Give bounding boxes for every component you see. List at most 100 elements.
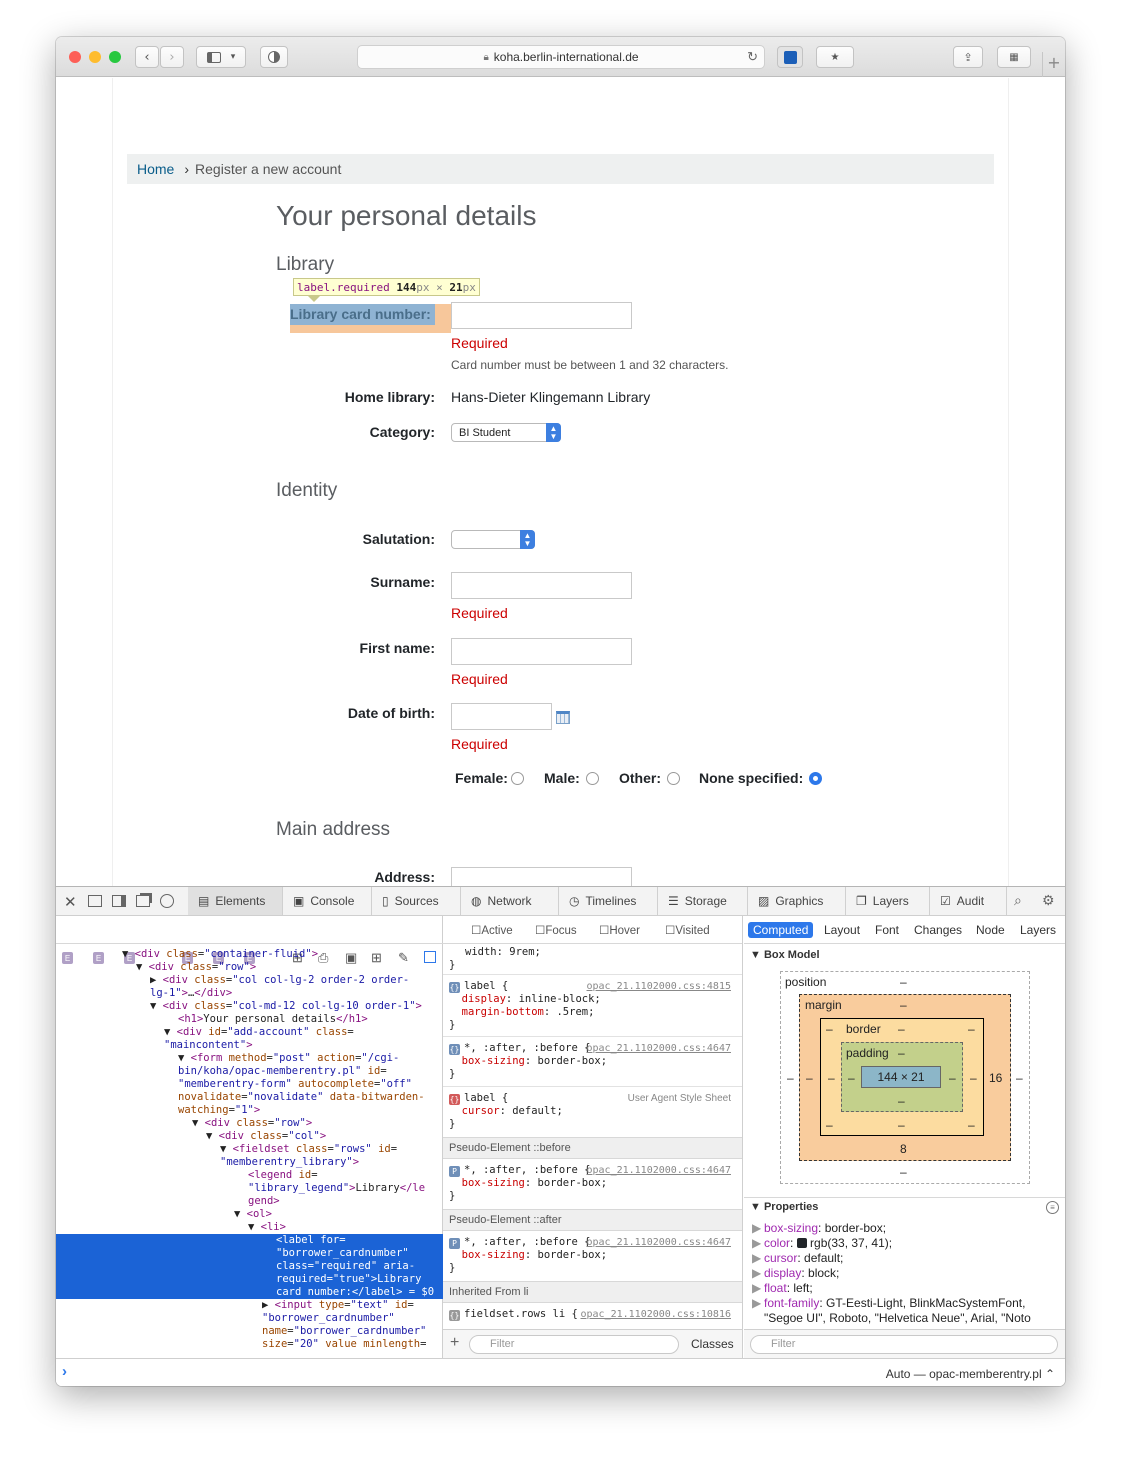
dob-input[interactable] xyxy=(451,703,552,730)
extension-button[interactable] xyxy=(777,46,803,68)
pseudo-visited-checkbox[interactable]: ☐Visited xyxy=(665,923,710,937)
undock-icon[interactable] xyxy=(136,895,150,907)
dom-node[interactable]: ▼ <form method="post" action="/cgi- xyxy=(56,1052,443,1065)
close-window-button[interactable] xyxy=(69,51,81,63)
dom-node-selected[interactable]: <label for= "borrower_cardnumber" class="r… xyxy=(56,1234,443,1299)
tab-elements[interactable]: ▤ Elements xyxy=(188,887,283,915)
dom-node[interactable]: ▶ <input type="text" id= xyxy=(56,1299,443,1312)
dom-node[interactable]: ▼ <div class="row"> xyxy=(56,961,443,974)
tab-storage[interactable]: ☰ Storage xyxy=(658,887,748,915)
style-rule-fieldset[interactable]: {} fieldset.rows li {opac_21.1102000.css:… xyxy=(449,1308,737,1321)
dom-node[interactable]: <h1>Your personal details</h1> xyxy=(56,1013,443,1026)
properties-header[interactable]: ▼ Properties xyxy=(750,1201,818,1213)
filter-icon[interactable]: ≡ xyxy=(1046,1201,1059,1214)
dom-tree[interactable]: ▼ <div class="container-fluid"> ▼ <div cl… xyxy=(56,948,443,1358)
gender-none-radio[interactable] xyxy=(809,772,822,785)
gender-male-radio[interactable] xyxy=(586,772,599,785)
breadcrumb-current: Register a new account xyxy=(195,161,342,177)
computed-property[interactable]: ▶ cursor: default; xyxy=(752,1251,843,1265)
plus-icon[interactable]: + xyxy=(450,1334,459,1352)
crosshair-icon[interactable] xyxy=(160,894,174,908)
dom-node[interactable]: <legend id= xyxy=(56,1169,443,1182)
category-select[interactable]: BI Student ▲ ▼ xyxy=(451,423,561,442)
tab-font[interactable]: Font xyxy=(875,923,899,937)
dom-node[interactable]: ▼ <div id="add-account" class= xyxy=(56,1026,443,1039)
pseudo-hover-checkbox[interactable]: ☐Hover xyxy=(599,923,640,937)
style-rule-label[interactable]: {} label {opac_21.1102000.css:4815 displa… xyxy=(449,980,737,1032)
library-card-input[interactable] xyxy=(451,302,632,329)
pseudo-focus-checkbox[interactable]: ☐Focus xyxy=(535,923,577,937)
tab-changes[interactable]: Changes xyxy=(914,923,962,937)
tooltip-unit: px xyxy=(462,281,476,294)
tab-sources[interactable]: ▯ Sources xyxy=(372,887,461,915)
reload-icon[interactable]: ↻ xyxy=(747,49,758,65)
computed-property[interactable]: ▶ display: block; xyxy=(752,1266,839,1280)
rule-source-link[interactable]: opac_21.1102000.css:4815 xyxy=(587,980,732,993)
dom-node[interactable]: ▼ <div class="col-md-12 col-lg-10 order-… xyxy=(56,1000,443,1013)
back-button[interactable]: ‹ xyxy=(135,46,159,68)
execution-context-select[interactable]: Auto — opac-memberentry.pl ⌃ xyxy=(886,1367,1055,1381)
calendar-icon[interactable] xyxy=(556,711,570,724)
computed-property[interactable]: ▶ font-family: GT-Eesti-Light, BlinkMacSy… xyxy=(752,1296,1059,1326)
rule-source-link[interactable]: opac_21.1102000.css:4647 xyxy=(587,1042,732,1055)
sidebar-toggle-button[interactable]: ▾ xyxy=(196,46,246,68)
console-prompt[interactable]: › Auto — opac-memberentry.pl ⌃ xyxy=(56,1358,1065,1386)
dom-node[interactable]: ▼ <div class="col"> xyxy=(56,1130,443,1143)
dom-node[interactable]: ▼ <li> xyxy=(56,1221,443,1234)
tab-node[interactable]: Node xyxy=(976,923,1005,937)
tab-layers[interactable]: Layers xyxy=(1020,923,1056,937)
address-bar[interactable]: 🔒︎ koha.berlin-international.de ↻ xyxy=(357,45,765,69)
gear-icon[interactable]: ⚙ xyxy=(1042,892,1055,909)
bookmark-button[interactable]: ★ xyxy=(816,46,854,68)
tab-graphics[interactable]: ▨ Graphics xyxy=(748,887,846,915)
dom-node[interactable]: ▼ <div class="container-fluid"> xyxy=(56,948,443,961)
tab-layers[interactable]: ❐ Layers xyxy=(846,887,930,915)
gender-female-radio[interactable] xyxy=(511,772,524,785)
rule-source-link[interactable]: opac_21.1102000.css:10816 xyxy=(580,1308,731,1321)
new-tab-button[interactable]: + xyxy=(1042,52,1065,77)
dock-bottom-icon[interactable] xyxy=(88,895,102,907)
classes-button[interactable]: Classes xyxy=(691,1337,734,1351)
style-rule-after[interactable]: P *, :after, :before {opac_21.1102000.css… xyxy=(449,1236,737,1275)
tab-audit[interactable]: ☑ Audit xyxy=(930,887,1007,915)
style-rule-before[interactable]: P *, :after, :before {opac_21.1102000.css… xyxy=(449,1164,737,1203)
color-swatch xyxy=(796,1238,807,1248)
rule-source-link[interactable]: opac_21.1102000.css:4647 xyxy=(587,1164,732,1177)
first-name-input[interactable] xyxy=(451,638,632,665)
privacy-report-button[interactable] xyxy=(260,46,288,68)
forward-button[interactable]: › xyxy=(160,46,184,68)
styles-filter-input[interactable]: Filter xyxy=(469,1335,679,1354)
tab-timelines[interactable]: ◷ Timelines xyxy=(559,887,658,915)
tab-layout[interactable]: Layout xyxy=(824,923,860,937)
computed-property[interactable]: ▶ float: left; xyxy=(752,1281,813,1295)
tab-network[interactable]: ◍ Network xyxy=(461,887,559,915)
rule-source-link[interactable]: opac_21.1102000.css:4647 xyxy=(587,1236,732,1249)
style-prop[interactable]: width: 9rem; xyxy=(449,946,541,958)
tab-console[interactable]: ▣ Console xyxy=(283,887,372,915)
dom-node[interactable]: ▶ <div class="col col-lg-2 order-2 order… xyxy=(56,974,443,987)
style-rule-star[interactable]: {} *, :after, :before {opac_21.1102000.cs… xyxy=(449,1042,737,1081)
close-inspector-icon[interactable]: ✕ xyxy=(64,893,77,911)
computed-property[interactable]: ▶ color: rgb(33, 37, 41); xyxy=(752,1236,892,1250)
dock-side-icon[interactable] xyxy=(112,895,126,907)
surname-input[interactable] xyxy=(451,572,632,599)
tab-overview-button[interactable]: ▦ xyxy=(997,46,1031,68)
dom-node[interactable]: ▼ <div class="row"> xyxy=(56,1117,443,1130)
dom-node[interactable]: ▼ <fieldset class="rows" id= xyxy=(56,1143,443,1156)
search-icon[interactable]: ⌕ xyxy=(1014,892,1022,909)
tab-computed[interactable]: Computed xyxy=(748,922,814,938)
salutation-select[interactable]: ▲ ▼ xyxy=(451,530,535,549)
share-button[interactable]: ⇪ xyxy=(953,46,983,68)
dom-node[interactable]: ▼ <ol> xyxy=(56,1208,443,1221)
tooltip-width: 144 xyxy=(396,281,417,294)
zoom-window-button[interactable] xyxy=(109,51,121,63)
breadcrumb-home-link[interactable]: Home xyxy=(137,161,174,177)
computed-filter-input[interactable]: Filter xyxy=(750,1335,1058,1354)
pseudo-active-checkbox[interactable]: ☐Active xyxy=(471,923,513,937)
chevron-down-icon: ▾ xyxy=(230,52,236,62)
gender-other-radio[interactable] xyxy=(667,772,680,785)
style-rule-ua[interactable]: {} label {User Agent Style Sheet cursor: … xyxy=(449,1092,737,1131)
minimize-window-button[interactable] xyxy=(89,51,101,63)
computed-property[interactable]: ▶ box-sizing: border-box; xyxy=(752,1221,886,1235)
box-model-header[interactable]: ▼ Box Model xyxy=(750,949,820,961)
